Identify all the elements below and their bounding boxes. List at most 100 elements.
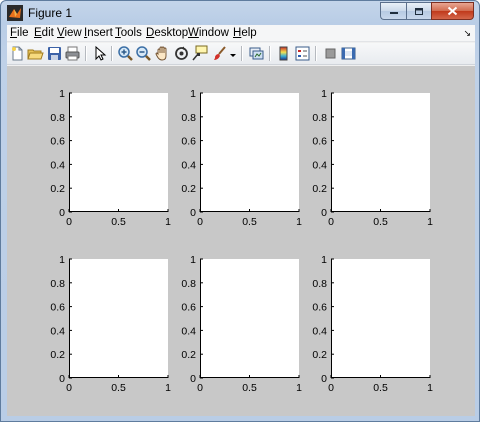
subplot-axes-6[interactable]: 0 0.2 0.4 0.6 0.8 1 0 0.5 1 — [312, 254, 433, 394]
matlab-logo-icon — [7, 5, 23, 21]
y-tick-label: 0 — [190, 207, 196, 219]
x-tick-label: 0.5 — [242, 216, 257, 228]
y-tick-label: 0.6 — [312, 302, 327, 314]
show-plot-tools-icon[interactable] — [340, 45, 357, 62]
y-tick-label: 0.2 — [181, 349, 196, 361]
edit-plot-arrow-icon[interactable] — [91, 45, 108, 62]
y-tick-label: 0.6 — [50, 136, 65, 148]
open-file-icon[interactable] — [27, 45, 44, 62]
x-tick-label: 0 — [197, 382, 203, 394]
toolbar-separator — [85, 46, 86, 61]
x-tick-label: 1 — [296, 382, 302, 394]
y-tick-label: 0.4 — [50, 325, 65, 337]
x-tick-label: 0.5 — [111, 382, 126, 394]
subplot-axes-4[interactable]: 0 0.2 0.4 0.6 0.8 1 0 0.5 1 — [50, 254, 171, 394]
window-title: Figure 1 — [28, 6, 73, 20]
y-tick-label: 0.6 — [50, 302, 65, 314]
x-tick-label: 0.5 — [373, 382, 388, 394]
print-icon[interactable] — [64, 45, 81, 62]
y-tick-label: 0 — [59, 373, 65, 385]
toolbar-separator — [315, 46, 316, 61]
figure-toolbar — [7, 43, 475, 65]
client-area: File Edit View Insert Tools Desktop Wind… — [7, 25, 475, 416]
menu-view[interactable]: View — [57, 27, 82, 39]
menu-desktop[interactable]: Desktop — [146, 27, 188, 39]
y-tick-label: 0.2 — [312, 349, 327, 361]
y-tick-label: 0.4 — [312, 325, 327, 337]
y-tick-label: 0.2 — [50, 183, 65, 195]
menu-insert[interactable]: Insert — [84, 27, 113, 39]
y-tick-label: 0.8 — [50, 278, 65, 290]
x-tick-label: 0 — [197, 216, 203, 228]
menu-edit[interactable]: Edit — [34, 27, 54, 39]
axes-background — [69, 93, 168, 212]
menu-bar: File Edit View Insert Tools Desktop Wind… — [7, 25, 475, 42]
hide-plot-tools-icon[interactable] — [322, 45, 339, 62]
y-tick-label: 0.2 — [50, 349, 65, 361]
insert-colorbar-icon[interactable] — [275, 45, 292, 62]
maximize-button[interactable] — [406, 2, 431, 20]
y-tick-label: 0.2 — [181, 183, 196, 195]
y-tick-label: 0.8 — [50, 112, 65, 124]
x-tick-label: 0 — [328, 216, 334, 228]
x-tick-label: 0.5 — [373, 216, 388, 228]
close-button[interactable] — [431, 2, 474, 20]
axes-background — [200, 259, 299, 378]
x-tick-label: 1 — [427, 216, 433, 228]
zoom-in-icon[interactable] — [117, 45, 134, 62]
subplot-axes-5[interactable]: 0 0.2 0.4 0.6 0.8 1 0 0.5 1 — [181, 254, 302, 394]
new-figure-icon[interactable] — [9, 45, 26, 62]
pan-hand-icon[interactable] — [154, 45, 171, 62]
y-tick-label: 0.4 — [312, 159, 327, 171]
subplot-axes-2[interactable]: 0 0.2 0.4 0.6 0.8 1 0 0.5 1 — [181, 88, 302, 228]
subplot-grid: 00.20.40.60.810 0.5 100.20.40.60.810 0.5 100… — [50, 88, 433, 394]
y-tick-label: 1 — [190, 254, 196, 266]
y-tick-label: 0.8 — [181, 112, 196, 124]
y-tick-label: 1 — [321, 88, 327, 100]
subplot-axes-3[interactable]: 0 0.2 0.4 0.6 0.8 1 0 0.5 1 — [312, 88, 433, 228]
y-tick-label: 0.4 — [181, 325, 196, 337]
brush-icon[interactable] — [211, 45, 228, 62]
subplot-axes-1[interactable]: 0 0.2 0.4 0.6 0.8 1 0 0.5 1 — [50, 88, 171, 228]
brush-dropdown-icon[interactable] — [229, 45, 237, 62]
save-icon[interactable] — [46, 45, 63, 62]
y-tick-label: 1 — [190, 88, 196, 100]
x-tick-label: 0 — [66, 382, 72, 394]
minimize-button[interactable] — [380, 2, 406, 20]
y-tick-label: 0.4 — [181, 159, 196, 171]
y-tick-label: 0 — [190, 373, 196, 385]
y-tick-label: 0.6 — [181, 302, 196, 314]
y-tick-label: 0 — [59, 207, 65, 219]
data-cursor-icon[interactable] — [191, 45, 208, 62]
axes-background — [331, 259, 430, 378]
y-tick-label: 1 — [59, 88, 65, 100]
figure-window: Figure 1 File Edit View Insert Tools Des… — [0, 0, 480, 422]
toolbar-separator — [269, 46, 270, 61]
y-tick-label: 0.2 — [312, 183, 327, 195]
y-tick-label: 0.6 — [312, 136, 327, 148]
zoom-out-icon[interactable] — [135, 45, 152, 62]
insert-legend-icon[interactable] — [294, 45, 311, 62]
dock-arrow-icon[interactable]: ↘ — [463, 28, 471, 39]
toolbar-separator — [111, 46, 112, 61]
menu-help[interactable]: Help — [233, 27, 257, 39]
figure-canvas[interactable]: 0 0.2 0.4 0.6 0.8 1 0 0.5 1 0 0.2 0.4 0.6 0.8 1 0 0.5 1 0 0… — [7, 66, 475, 416]
y-tick-label: 0.4 — [50, 159, 65, 171]
link-plot-icon[interactable] — [248, 45, 265, 62]
y-tick-label: 1 — [321, 254, 327, 266]
close-icon — [447, 6, 458, 16]
menu-file[interactable]: File — [10, 27, 29, 39]
title-bar[interactable]: Figure 1 — [1, 1, 479, 25]
x-tick-label: 1 — [296, 216, 302, 228]
minimize-icon — [389, 12, 398, 14]
y-tick-label: 0.6 — [181, 136, 196, 148]
rotate-3d-icon[interactable] — [173, 45, 190, 62]
menu-window[interactable]: Window — [188, 27, 229, 39]
y-tick-label: 0 — [321, 207, 327, 219]
y-tick-label: 1 — [59, 254, 65, 266]
x-tick-label: 1 — [165, 382, 171, 394]
x-tick-label: 1 — [427, 382, 433, 394]
menu-tools[interactable]: Tools — [115, 27, 142, 39]
y-tick-label: 0.8 — [181, 278, 196, 290]
toolbar-separator — [241, 46, 242, 61]
